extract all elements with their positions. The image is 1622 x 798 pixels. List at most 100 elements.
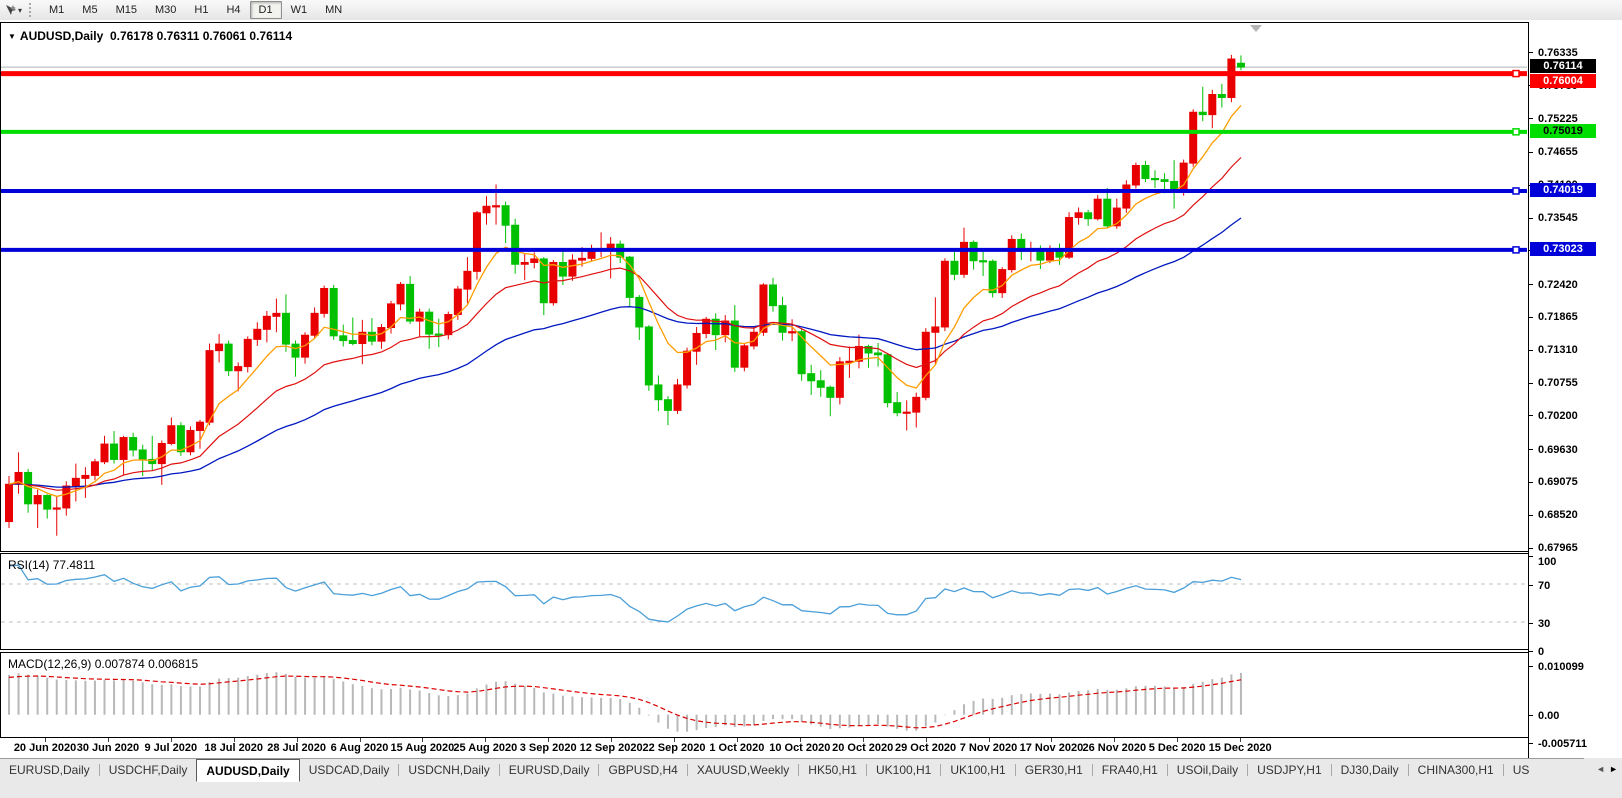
chart-tab-usdcnh-daily[interactable]: USDCNH,Daily [399, 759, 498, 780]
price-tick-label: 0.71865 [1538, 311, 1578, 323]
candle-body [197, 422, 204, 430]
candle-body [741, 346, 748, 367]
macd-values: 0.007874 0.006815 [95, 657, 198, 671]
candle-body [1075, 213, 1082, 218]
price-tick-mark [1529, 482, 1533, 483]
timeframe-button-MN[interactable]: MN [316, 1, 351, 19]
chart-tab-usdchf-daily[interactable]: USDCHF,Daily [100, 759, 197, 780]
chart-tab-fra40-h1[interactable]: FRA40,H1 [1093, 759, 1167, 780]
candle-body [349, 341, 356, 344]
hline-handle[interactable] [1513, 247, 1519, 253]
price-tick-mark [1529, 415, 1533, 416]
ohlc-quote-label: 0.76178 0.76311 0.76061 0.76114 [110, 29, 292, 43]
candle-body [1218, 95, 1225, 98]
candle-body [808, 374, 815, 381]
candle-body [292, 344, 299, 357]
chart-tab-usdjpy-h1[interactable]: USDJPY,H1 [1248, 759, 1330, 780]
candle-body [521, 262, 528, 264]
chart-tab-hk50-h1[interactable]: HK50,H1 [799, 759, 866, 780]
chart-tab-uk100-h1[interactable]: UK100,H1 [867, 759, 940, 780]
chart-tab-usoil-daily[interactable]: USOil,Daily [1168, 759, 1247, 780]
date-label: 12 Sep 2020 [580, 742, 643, 754]
candle-body [168, 426, 175, 444]
price-tick-mark [1529, 284, 1533, 285]
chart-tab-eurusd-daily[interactable]: EURUSD,Daily [0, 759, 99, 780]
chart-tab-bar: EURUSD,DailyUSDCHF,DailyAUDUSD,DailyUSDC… [0, 758, 1622, 798]
candle-body [1008, 239, 1015, 269]
candle-body [961, 242, 968, 274]
date-label: 7 Nov 2020 [960, 742, 1017, 754]
chart-tab-ger30-h1[interactable]: GER30,H1 [1016, 759, 1092, 780]
indicator-tick-label: 30 [1538, 618, 1550, 630]
candle-body [636, 297, 643, 327]
price-label-box: 0.76114 [1530, 59, 1596, 73]
date-label: 6 Aug 2020 [331, 742, 389, 754]
macd-panel[interactable] [0, 652, 1528, 738]
candle-body [340, 336, 347, 341]
hline-handle[interactable] [1513, 71, 1519, 77]
candle-body [254, 329, 261, 339]
candle-body [321, 289, 328, 314]
price-tick-label: 0.75225 [1538, 113, 1578, 125]
price-tick-label: 0.71310 [1538, 344, 1578, 356]
candle-body [770, 285, 777, 306]
timeframe-button-M15[interactable]: M15 [107, 1, 146, 19]
candle-body [674, 385, 681, 410]
indicator-tick-mark [1529, 743, 1533, 744]
candle-body [130, 438, 137, 450]
candle-body [206, 351, 213, 423]
timeframe-button-M5[interactable]: M5 [73, 1, 106, 19]
candle-body [932, 327, 939, 332]
chart-tab-usdcad-daily[interactable]: USDCAD,Daily [300, 759, 399, 780]
chart-tab-eurusd-daily[interactable]: EURUSD,Daily [500, 759, 599, 780]
timeframe-button-M30[interactable]: M30 [146, 1, 185, 19]
candle-body [407, 284, 414, 321]
date-label: 28 Jul 2020 [267, 742, 326, 754]
candle-body [120, 438, 127, 460]
candle-body [875, 353, 882, 355]
chart-tab-audusd-daily[interactable]: AUDUSD,Daily [196, 759, 299, 782]
crosshair-tool-icon[interactable] [4, 4, 17, 17]
collapse-triangle-icon[interactable]: ▼ [8, 32, 16, 41]
candle-body [731, 321, 738, 367]
chart-tab-us[interactable]: US [1504, 759, 1539, 780]
candle-body [989, 261, 996, 292]
date-axis[interactable]: 20 Jun 202030 Jun 20209 Jul 202018 Jul 2… [0, 738, 1528, 758]
candle-body [684, 351, 691, 385]
date-label: 18 Jul 2020 [204, 742, 263, 754]
candle-body [244, 339, 251, 366]
chart-tab-dj30-daily[interactable]: DJ30,Daily [1332, 759, 1408, 780]
price-chart-panel[interactable] [0, 22, 1528, 552]
scroll-position-marker[interactable] [1250, 25, 1262, 32]
timeframe-button-M1[interactable]: M1 [40, 1, 73, 19]
candle-body [177, 426, 184, 452]
timeframe-button-W1[interactable]: W1 [282, 1, 317, 19]
candle-body [836, 362, 843, 397]
candle-body [82, 475, 89, 478]
indicator-tick-mark [1529, 715, 1533, 716]
price-tick-mark [1529, 118, 1533, 119]
chevron-down-icon[interactable]: ▾ [18, 6, 22, 15]
chart-tab-gbpusd-h4[interactable]: GBPUSD,H4 [599, 759, 686, 780]
rsi-panel[interactable] [0, 553, 1528, 650]
price-label-box: 0.75019 [1530, 124, 1596, 138]
timeframe-button-H4[interactable]: H4 [217, 1, 249, 19]
timeframe-button-H1[interactable]: H1 [185, 1, 217, 19]
chart-tab-uk100-h1[interactable]: UK100,H1 [941, 759, 1014, 780]
candle-body [779, 306, 786, 333]
candle-body [72, 478, 79, 486]
indicator-tick-label: 0.010099 [1538, 661, 1584, 673]
price-axis[interactable]: 0.763350.757800.752250.746550.741000.735… [1529, 22, 1622, 758]
tab-scroll-left-button[interactable]: ◄ [1596, 764, 1605, 774]
price-tick-label: 0.73545 [1538, 212, 1578, 224]
hline-handle[interactable] [1513, 188, 1519, 194]
chart-tab-xauusd-weekly[interactable]: XAUUSD,Weekly [688, 759, 798, 780]
rsi-indicator-label: RSI(14) 77.4811 [8, 558, 95, 572]
timeframe-button-D1[interactable]: D1 [250, 1, 282, 19]
chart-tab-china300-h1[interactable]: CHINA300,H1 [1409, 759, 1503, 780]
candle-body [817, 381, 824, 388]
toolbar-grip[interactable] [29, 3, 36, 17]
candle-body [1123, 185, 1130, 208]
hline-handle[interactable] [1513, 129, 1519, 135]
tab-scroll-right-button[interactable]: ► [1609, 764, 1618, 774]
